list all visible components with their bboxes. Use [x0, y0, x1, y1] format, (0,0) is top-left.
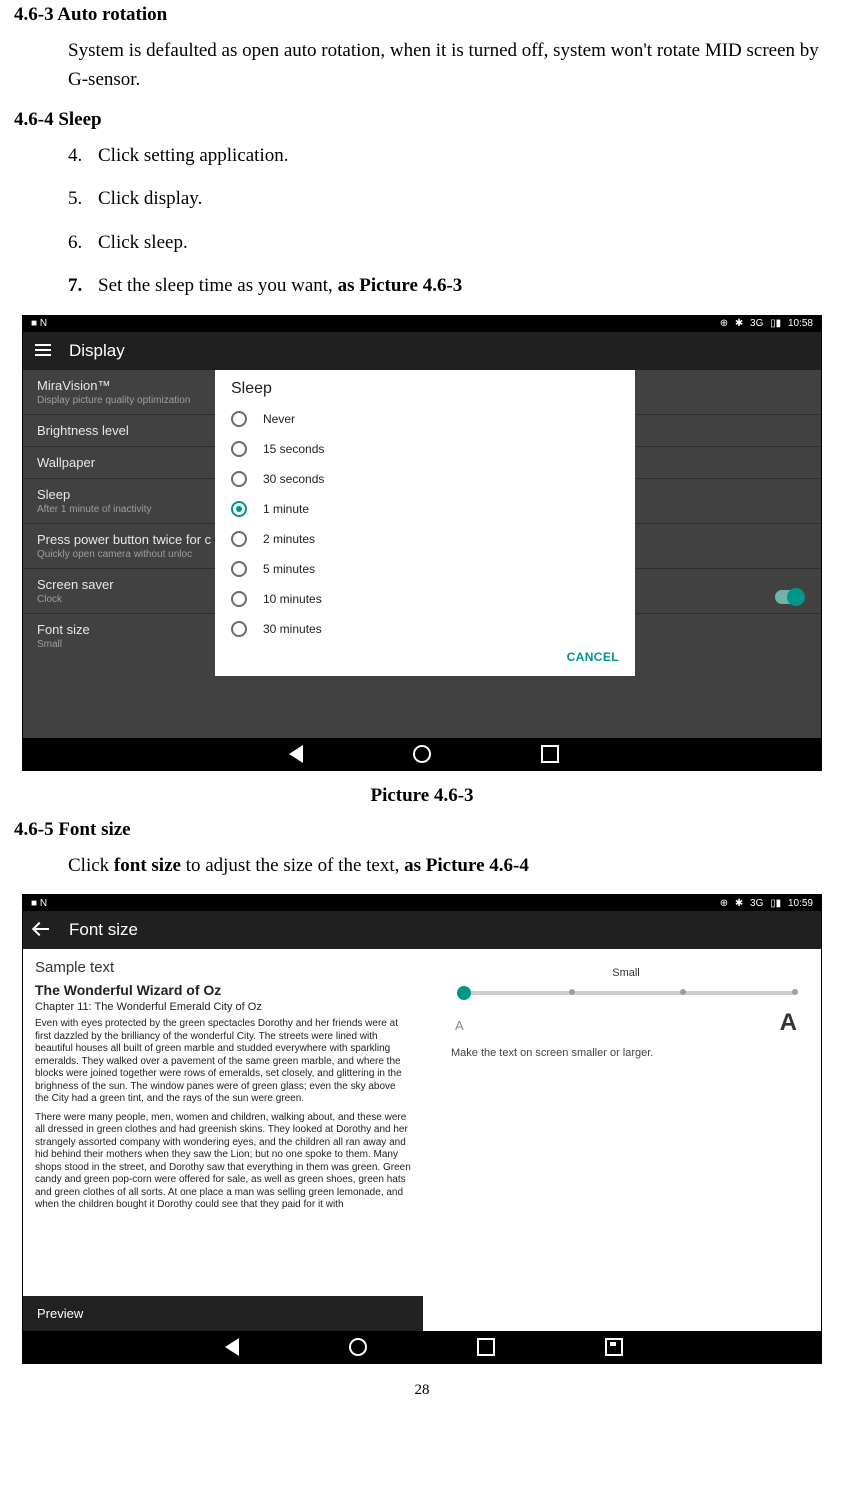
radio-icon — [231, 411, 247, 427]
font-size-controls-panel: Small A A Make the text on screen smalle… — [423, 949, 821, 1331]
step-number: 6. — [68, 228, 98, 257]
preview-label-bar: Preview — [23, 1296, 423, 1331]
sleep-dialog-title: Sleep — [231, 380, 619, 398]
sleep-option-2m[interactable]: 2 minutes — [231, 524, 619, 554]
app-bar-display: Display — [23, 332, 821, 370]
section-heading-auto-rotation: 4.6-3 Auto rotation — [14, 4, 834, 26]
step7-text-b: as Picture 4.6-3 — [338, 275, 463, 296]
sleep-steps-list: 4. Click setting application. 5. Click d… — [68, 141, 834, 301]
nav-recent-icon[interactable] — [541, 745, 559, 763]
slider-tick — [569, 989, 575, 995]
sleep-option-never[interactable]: Never — [231, 404, 619, 434]
status-right: ⊕ ✱ 3G ▯▮ 10:59 — [718, 898, 815, 909]
font-size-paragraph: Click font size to adjust the size of th… — [68, 851, 834, 880]
sample-chapter: Chapter 11: The Wonderful Emerald City o… — [35, 1001, 411, 1015]
nav-home-icon[interactable] — [413, 745, 431, 763]
page-number: 28 — [10, 1382, 834, 1399]
option-label: 10 minutes — [263, 592, 322, 606]
slider-value-label: Small — [451, 967, 801, 979]
step-text: Click display. — [98, 184, 202, 213]
radio-icon — [231, 591, 247, 607]
option-label: 1 minute — [263, 502, 309, 516]
app-bar-font-size: Font size — [23, 911, 821, 949]
sleep-option-15s[interactable]: 15 seconds — [231, 434, 619, 464]
sleep-step-7: 7. Set the sleep time as you want, as Pi… — [68, 271, 834, 300]
fs-para-a: Click — [68, 855, 114, 876]
step-number: 5. — [68, 184, 98, 213]
sleep-option-10m[interactable]: 10 minutes — [231, 584, 619, 614]
option-label: 15 seconds — [263, 442, 324, 456]
android-status-bar: ■ N ⊕ ✱ 3G ▯▮ 10:58 — [23, 316, 821, 332]
option-label: Never — [263, 412, 295, 426]
preview-label: Preview — [37, 1306, 83, 1321]
step-text: Click sleep. — [98, 228, 188, 257]
figure-caption-1: Picture 4.6-3 — [10, 785, 834, 807]
android-nav-bar — [23, 738, 821, 770]
option-label: 5 minutes — [263, 562, 315, 576]
sleep-dialog-cancel-button[interactable]: CANCEL — [567, 650, 619, 664]
status-right: ⊕ ✱ 3G ▯▮ 10:58 — [718, 318, 815, 329]
radio-icon — [231, 441, 247, 457]
sleep-option-30m[interactable]: 30 minutes — [231, 614, 619, 644]
screenshot-sleep-dialog: ■ N ⊕ ✱ 3G ▯▮ 10:58 Display MiraVision™ … — [22, 315, 822, 771]
section-heading-sleep: 4.6-4 Sleep — [14, 109, 834, 131]
option-label: 30 seconds — [263, 472, 324, 486]
step-number: 7. — [68, 271, 98, 300]
sleep-option-1m[interactable]: 1 minute — [231, 494, 619, 524]
sample-book-title: The Wonderful Wizard of Oz — [35, 982, 411, 1000]
nav-back-icon[interactable] — [221, 1338, 239, 1356]
fs-para-b: font size — [114, 855, 181, 876]
nav-home-icon[interactable] — [349, 1338, 367, 1356]
sample-label: Sample text — [35, 959, 411, 978]
app-bar-title: Font size — [69, 920, 138, 940]
step-text: Set the sleep time as you want, as Pictu… — [98, 271, 462, 300]
back-arrow-icon[interactable] — [35, 920, 51, 940]
radio-selected-icon — [231, 501, 247, 517]
step-number: 4. — [68, 141, 98, 170]
step7-text-a: Set the sleep time as you want, — [98, 275, 338, 296]
step-text: Click setting application. — [98, 141, 289, 170]
section-heading-font-size: 4.6-5 Font size — [14, 819, 834, 841]
app-bar-title: Display — [69, 341, 125, 361]
status-left: ■ N — [29, 318, 49, 329]
option-label: 30 minutes — [263, 622, 322, 636]
slider-a-row: A A — [451, 1009, 801, 1037]
sample-paragraph-2: There were many people, men, women and c… — [35, 1112, 411, 1212]
slider-tick — [792, 989, 798, 995]
fs-para-c: to adjust the size of the text, — [181, 855, 404, 876]
slider-thumb[interactable] — [457, 986, 471, 1000]
status-left: ■ N — [29, 898, 49, 909]
big-a-icon: A — [780, 1009, 797, 1037]
small-a-icon: A — [455, 1018, 464, 1033]
radio-icon — [231, 621, 247, 637]
sleep-step-5: 5. Click display. — [68, 184, 834, 213]
auto-rotation-paragraph: System is defaulted as open auto rotatio… — [68, 36, 834, 95]
radio-icon — [231, 531, 247, 547]
sleep-option-30s[interactable]: 30 seconds — [231, 464, 619, 494]
camera-shortcut-toggle[interactable] — [775, 590, 803, 604]
font-size-slider[interactable] — [457, 991, 795, 995]
sample-text-area: Sample text The Wonderful Wizard of Oz C… — [23, 949, 423, 1296]
screenshot-font-size: ■ N ⊕ ✱ 3G ▯▮ 10:59 Font size Sample tex… — [22, 894, 822, 1364]
radio-icon — [231, 561, 247, 577]
nav-screenshot-icon[interactable] — [605, 1338, 623, 1356]
slider-tick — [680, 989, 686, 995]
fs-para-d: as Picture 4.6-4 — [404, 855, 529, 876]
font-size-helper-text: Make the text on screen smaller or large… — [451, 1047, 801, 1059]
nav-back-icon[interactable] — [285, 745, 303, 763]
sleep-step-6: 6. Click sleep. — [68, 228, 834, 257]
sleep-dialog: Sleep Never 15 seconds 30 seconds 1 minu… — [215, 370, 635, 676]
sample-paragraph-1: Even with eyes protected by the green sp… — [35, 1018, 411, 1106]
android-status-bar: ■ N ⊕ ✱ 3G ▯▮ 10:59 — [23, 895, 821, 911]
radio-icon — [231, 471, 247, 487]
option-label: 2 minutes — [263, 532, 315, 546]
android-nav-bar — [23, 1331, 821, 1363]
hamburger-menu-icon[interactable] — [35, 341, 51, 361]
font-size-preview-panel: Sample text The Wonderful Wizard of Oz C… — [23, 949, 423, 1331]
nav-recent-icon[interactable] — [477, 1338, 495, 1356]
sleep-step-4: 4. Click setting application. — [68, 141, 834, 170]
sleep-option-5m[interactable]: 5 minutes — [231, 554, 619, 584]
